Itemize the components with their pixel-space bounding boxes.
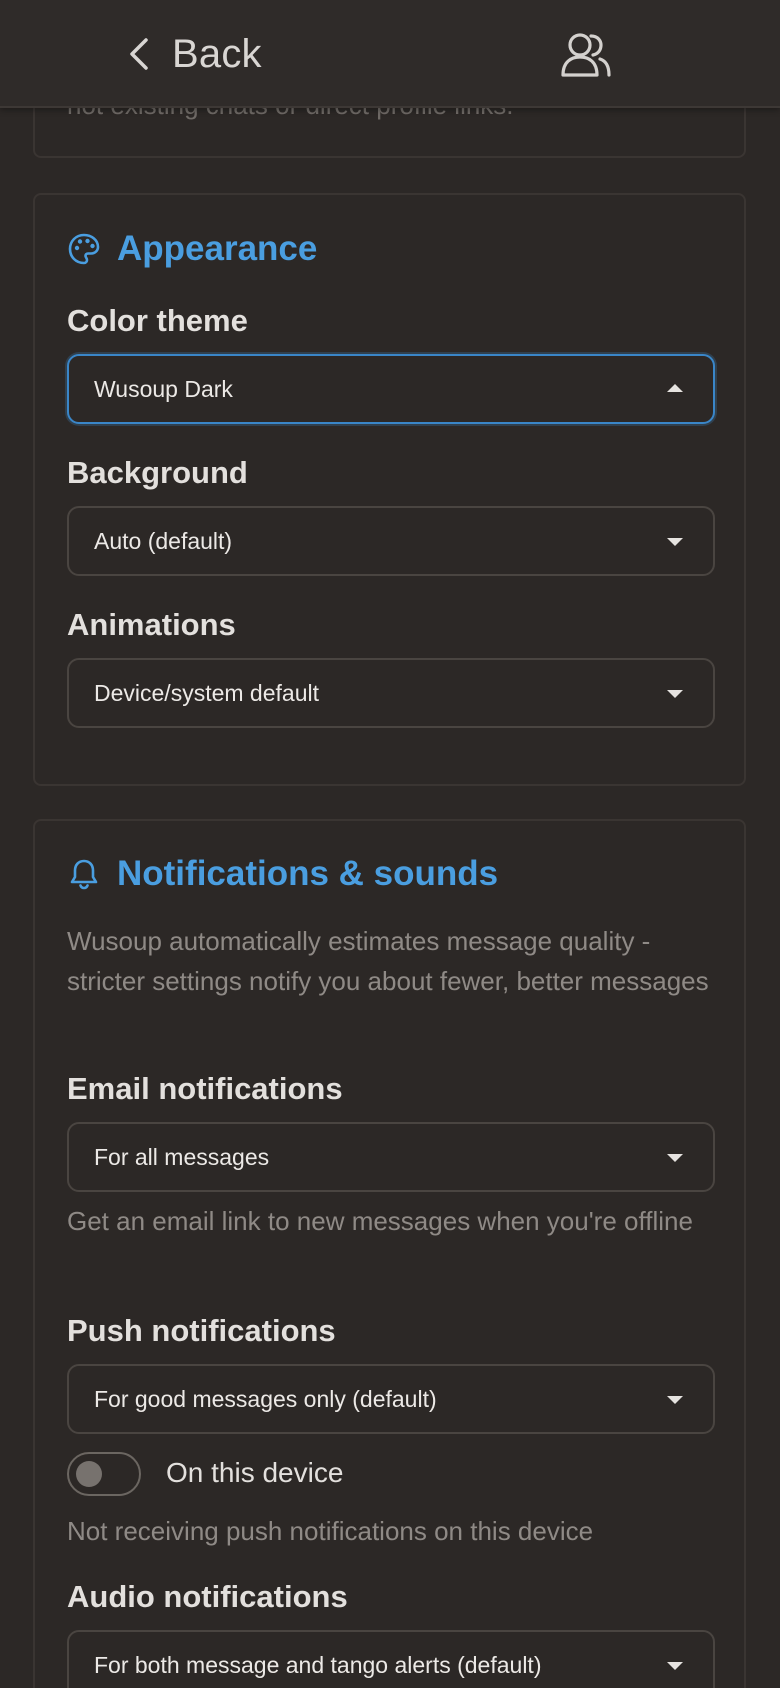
notifications-description: Wusoup automatically estimates message q… <box>67 926 709 996</box>
animations-select[interactable]: Device/system default <box>67 658 715 728</box>
caret-down-icon <box>667 538 683 546</box>
push-device-toggle-label: On this device <box>166 1457 344 1488</box>
settings-page: not existing chats or direct profile lin… <box>0 0 780 1688</box>
email-notifications-label: Email notifications <box>67 1071 343 1106</box>
email-notifications-help: Get an email link to new messages when y… <box>67 1206 693 1236</box>
back-label: Back <box>172 31 262 76</box>
push-device-status: Not receiving push notifications on this… <box>67 1516 594 1546</box>
audio-notifications-value: For both message and tango alerts (defau… <box>94 1652 542 1678</box>
top-bar: Back <box>0 0 780 108</box>
color-theme-select[interactable]: Wusoup Dark <box>67 354 715 424</box>
caret-down-icon <box>667 1662 683 1670</box>
toggle-knob <box>76 1461 102 1487</box>
caret-down-icon <box>667 690 683 698</box>
email-notifications-value: For all messages <box>94 1144 270 1170</box>
push-notifications-select[interactable]: For good messages only (default) <box>67 1364 715 1434</box>
notifications-title: Notifications & sounds <box>117 854 499 893</box>
notifications-header: Notifications & sounds <box>67 854 498 894</box>
notifications-card: Notifications & sounds Wusoup automatica… <box>33 819 746 1688</box>
caret-up-icon <box>667 384 683 392</box>
color-theme-value: Wusoup Dark <box>94 376 233 402</box>
background-value: Auto (default) <box>94 528 233 554</box>
appearance-title: Appearance <box>117 229 318 268</box>
chevron-left-icon <box>130 38 148 70</box>
caret-down-icon <box>667 1154 683 1162</box>
push-notifications-label: Push notifications <box>67 1313 336 1348</box>
animations-value: Device/system default <box>94 680 319 706</box>
color-theme-label: Color theme <box>67 303 248 338</box>
audio-notifications-select[interactable]: For both message and tango alerts (defau… <box>67 1630 715 1688</box>
bell-icon <box>70 859 98 890</box>
appearance-card: Appearance Color theme Wusoup Dark Backg… <box>33 193 746 786</box>
palette-icon <box>68 233 100 265</box>
caret-down-icon <box>667 1396 683 1404</box>
push-device-toggle[interactable] <box>67 1452 141 1496</box>
email-notifications-select[interactable]: For all messages <box>67 1122 715 1192</box>
people-icon[interactable] <box>560 30 612 78</box>
push-notifications-value: For good messages only (default) <box>94 1386 437 1412</box>
background-label: Background <box>67 455 248 490</box>
appearance-header: Appearance <box>67 229 317 269</box>
back-button[interactable]: Back <box>128 26 262 82</box>
background-select[interactable]: Auto (default) <box>67 506 715 576</box>
audio-notifications-label: Audio notifications <box>67 1579 348 1614</box>
animations-label: Animations <box>67 607 236 642</box>
